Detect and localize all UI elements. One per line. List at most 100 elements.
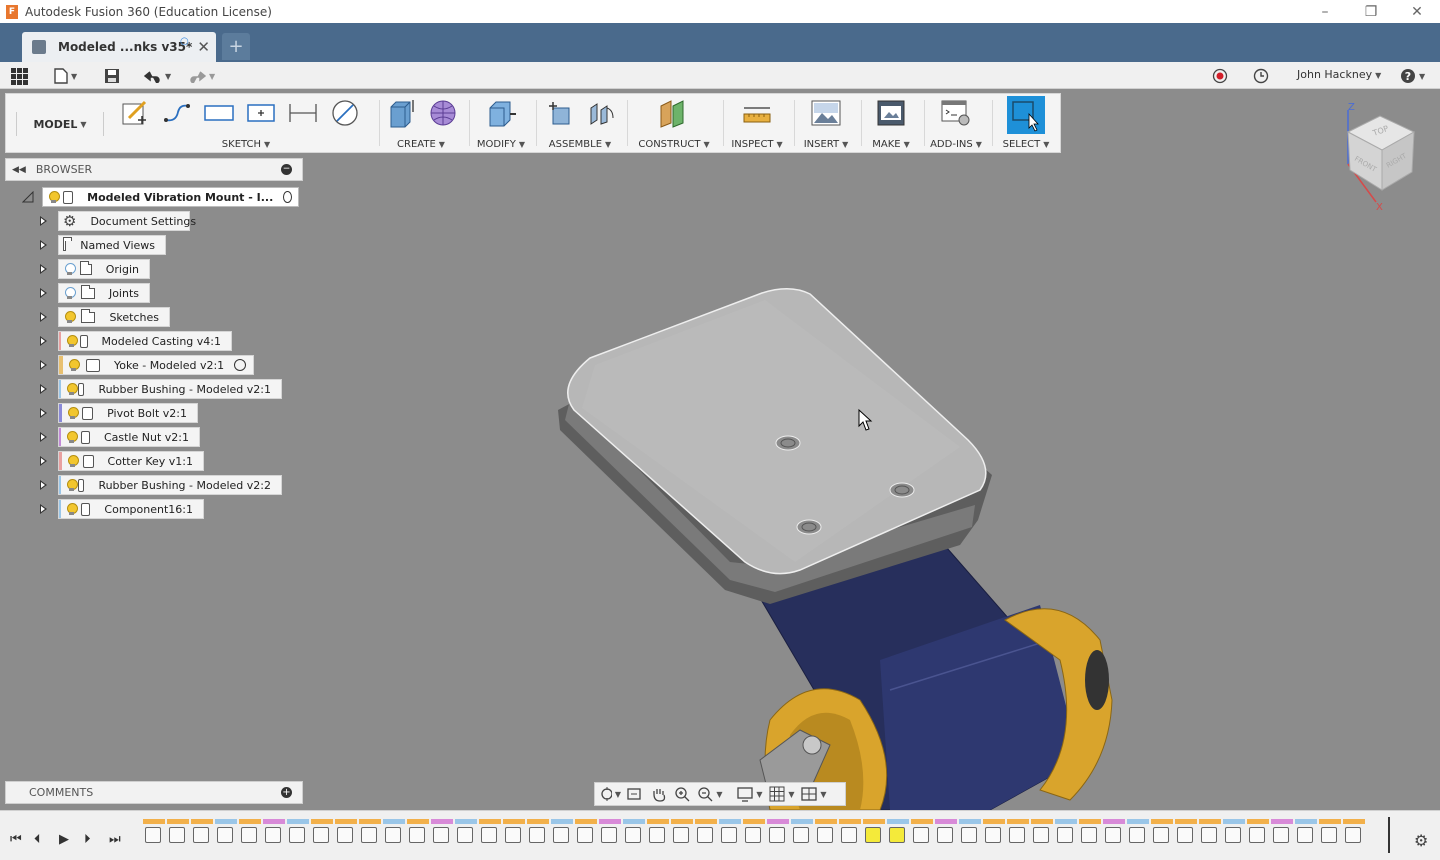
line-button[interactable] <box>162 98 192 128</box>
assemble-menu[interactable]: ASSEMBLE ▼ <box>537 139 623 150</box>
expand-triangle-icon[interactable] <box>40 264 47 274</box>
browser-node[interactable]: Sketches <box>58 307 170 327</box>
timeline-feature[interactable] <box>361 827 377 843</box>
timeline-feature[interactable] <box>433 827 449 843</box>
timeline-feature[interactable] <box>697 827 713 843</box>
timeline-feature[interactable] <box>1081 827 1097 843</box>
browser-node[interactable]: ⚙ Document Settings <box>58 211 196 231</box>
expanded-triangle-icon[interactable] <box>22 191 34 203</box>
expand-triangle-icon[interactable] <box>40 360 47 370</box>
stop-sketch-button[interactable] <box>330 98 360 128</box>
timeline-feature[interactable] <box>985 827 1001 843</box>
press-pull-button[interactable] <box>486 98 516 128</box>
browser-root-node[interactable]: Modeled Vibration Mount - I... <box>42 187 299 207</box>
collapse-browser-button[interactable]: ◀◀ <box>12 165 26 175</box>
orbit-button[interactable]: ▼ <box>599 785 621 803</box>
timeline-feature[interactable] <box>385 827 401 843</box>
browser-node[interactable]: Castle Nut v2:1 <box>58 427 200 447</box>
browser-node[interactable]: Component16:1 <box>58 499 204 519</box>
timeline-feature[interactable] <box>313 827 329 843</box>
create-sketch-button[interactable] <box>120 98 150 128</box>
viewcube[interactable]: Z X TOP FRONT RIGHT <box>1328 102 1428 214</box>
timeline-feature[interactable] <box>1321 827 1337 843</box>
viewports-button[interactable]: ▼ <box>799 785 829 803</box>
visibility-bulb-icon[interactable] <box>69 359 80 371</box>
comments-panel-header[interactable]: COMMENTS + <box>5 781 303 804</box>
visibility-bulb-icon[interactable] <box>65 263 76 275</box>
visibility-bulb-icon[interactable] <box>65 287 77 299</box>
timeline-feature[interactable] <box>169 827 185 843</box>
timeline-feature[interactable] <box>505 827 521 843</box>
activate-radio-icon[interactable] <box>234 359 247 371</box>
visibility-bulb-icon[interactable] <box>49 191 61 203</box>
browser-node[interactable]: Cotter Key v1:1 <box>58 451 204 471</box>
timeline-feature[interactable] <box>1201 827 1217 843</box>
step-forward-button[interactable]: ⏵ <box>84 832 91 847</box>
timeline-feature[interactable] <box>793 827 809 843</box>
construct-menu[interactable]: CONSTRUCT ▼ <box>628 139 720 150</box>
timeline-feature[interactable] <box>1105 827 1121 843</box>
timeline-feature[interactable] <box>889 827 905 843</box>
select-button[interactable] <box>1007 96 1045 134</box>
modify-menu[interactable]: MODIFY ▼ <box>470 139 532 150</box>
visibility-bulb-icon[interactable] <box>67 455 79 467</box>
browser-node[interactable]: Rubber Bushing - Modeled v2:2 <box>58 475 282 495</box>
timeline-feature[interactable] <box>265 827 281 843</box>
timeline-feature[interactable] <box>481 827 497 843</box>
timeline-feature[interactable] <box>529 827 545 843</box>
timeline-marker[interactable] <box>1388 817 1390 853</box>
browser-node[interactable]: Yoke - Modeled v2:1 <box>58 355 254 375</box>
expand-triangle-icon[interactable] <box>40 216 47 226</box>
timeline-feature[interactable] <box>961 827 977 843</box>
visibility-bulb-icon[interactable] <box>66 479 79 491</box>
timeline-feature[interactable] <box>1345 827 1361 843</box>
browser-node[interactable]: Pivot Bolt v2:1 <box>58 403 198 423</box>
timeline-feature[interactable] <box>649 827 665 843</box>
3d-print-button[interactable] <box>876 98 906 128</box>
sketch-menu[interactable]: SKETCH ▼ <box>114 139 378 150</box>
addins-menu[interactable]: ADD-INS ▼ <box>925 139 987 150</box>
visibility-bulb-icon[interactable] <box>67 503 78 515</box>
form-button[interactable] <box>428 98 458 128</box>
timeline-feature[interactable] <box>1297 827 1313 843</box>
browser-node[interactable]: Joints <box>58 283 150 303</box>
look-at-button[interactable] <box>623 785 645 803</box>
browser-node[interactable]: Named Views <box>58 235 166 255</box>
add-comment-button[interactable]: + <box>281 787 292 798</box>
point-button[interactable] <box>246 98 276 128</box>
new-component-button[interactable] <box>545 98 575 128</box>
select-menu[interactable]: SELECT ▼ <box>993 139 1059 150</box>
timeline-feature[interactable] <box>337 827 353 843</box>
expand-triangle-icon[interactable] <box>40 456 47 466</box>
minimize-browser-button[interactable]: − <box>281 164 292 175</box>
timeline-feature[interactable] <box>217 827 233 843</box>
timeline-feature-strip[interactable] <box>143 819 1393 855</box>
visibility-bulb-icon[interactable] <box>67 431 80 443</box>
timeline-feature[interactable] <box>769 827 785 843</box>
visibility-bulb-icon[interactable] <box>65 311 77 323</box>
create-menu[interactable]: CREATE ▼ <box>380 139 462 150</box>
go-to-end-button[interactable]: ⏭ <box>109 832 121 847</box>
timeline-feature[interactable] <box>865 827 881 843</box>
timeline-feature[interactable] <box>1033 827 1049 843</box>
visibility-bulb-icon[interactable] <box>66 383 79 395</box>
timeline-feature[interactable] <box>577 827 593 843</box>
timeline-feature[interactable] <box>1273 827 1289 843</box>
inspect-menu[interactable]: INSPECT ▼ <box>724 139 790 150</box>
expand-triangle-icon[interactable] <box>40 336 47 346</box>
fit-button[interactable]: ▼ <box>695 785 725 803</box>
timeline-feature[interactable] <box>553 827 569 843</box>
insert-image-button[interactable] <box>811 98 841 128</box>
make-menu[interactable]: MAKE ▼ <box>862 139 920 150</box>
timeline-feature[interactable] <box>625 827 641 843</box>
timeline-feature[interactable] <box>409 827 425 843</box>
scripts-addins-button[interactable] <box>941 98 971 128</box>
insert-menu[interactable]: INSERT ▼ <box>795 139 857 150</box>
display-settings-button[interactable]: ▼ <box>735 785 765 803</box>
joint-button[interactable] <box>587 98 617 128</box>
timeline-feature[interactable] <box>673 827 689 843</box>
expand-triangle-icon[interactable] <box>40 240 47 250</box>
timeline-feature[interactable] <box>1153 827 1169 843</box>
browser-node[interactable]: Modeled Casting v4:1 <box>58 331 232 351</box>
timeline-feature[interactable] <box>241 827 257 843</box>
